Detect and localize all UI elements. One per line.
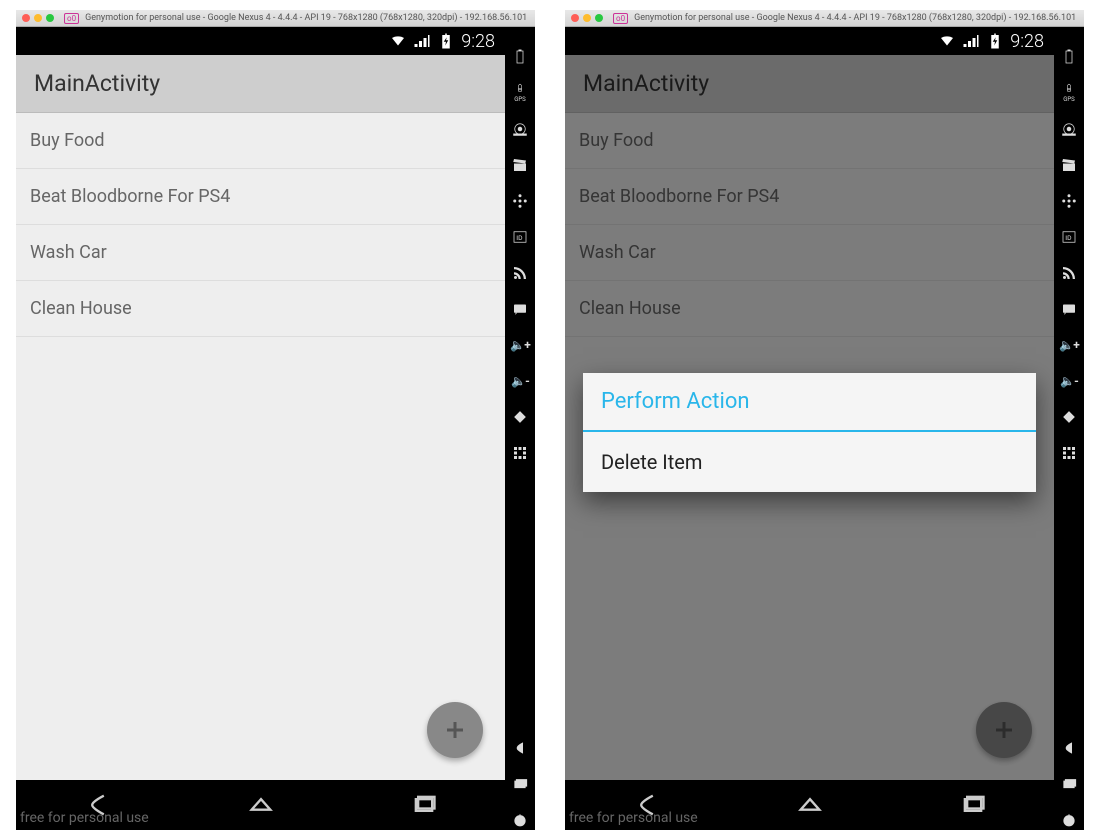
genymotion-sidebar: GPS ID 🔈+ 🔈- <box>1054 27 1084 830</box>
signal-icon <box>962 32 980 50</box>
camera-icon[interactable] <box>1059 119 1079 139</box>
multitask-icon[interactable] <box>1059 774 1079 794</box>
minimize-icon[interactable] <box>34 14 42 22</box>
device-left: 9:28 MainActivity Buy Food Beat Bloodbor… <box>16 27 505 830</box>
pixel-icon[interactable] <box>1059 443 1079 463</box>
back-icon[interactable] <box>633 791 661 819</box>
android-navbar: free for personal use <box>16 780 505 830</box>
close-icon[interactable] <box>571 14 579 22</box>
list-item[interactable]: Wash Car <box>16 225 505 281</box>
home-icon[interactable] <box>247 791 275 819</box>
dialog-item-label: Delete Item <box>601 450 702 474</box>
back-icon[interactable] <box>84 791 112 819</box>
context-dialog: Perform Action Delete Item <box>583 373 1036 492</box>
app-title: MainActivity <box>34 70 160 97</box>
minimize-icon[interactable] <box>583 14 591 22</box>
wifi-icon <box>389 32 407 50</box>
plus-icon <box>443 718 467 742</box>
list-item-label: Buy Food <box>30 130 105 151</box>
pixel-icon[interactable] <box>510 443 530 463</box>
android-statusbar: 9:28 <box>16 27 505 55</box>
id-icon[interactable]: ID <box>510 227 530 247</box>
power-icon[interactable] <box>1059 810 1079 830</box>
list-item-label: Wash Car <box>30 242 107 263</box>
recents-icon[interactable] <box>959 791 987 819</box>
action-bar: MainActivity <box>16 55 505 113</box>
list-item-label: Clean House <box>30 298 132 319</box>
volume-up-icon[interactable]: 🔈+ <box>1059 335 1079 355</box>
traffic-lights <box>571 14 603 22</box>
genymotion-logo: o0 <box>613 13 628 24</box>
close-icon[interactable] <box>22 14 30 22</box>
emulator-window-left: o0 Genymotion for personal use - Google … <box>16 10 535 830</box>
svg-text:ID: ID <box>516 234 523 242</box>
dialog-item-delete[interactable]: Delete Item <box>583 432 1036 492</box>
genymotion-sidebar: GPS ID 🔈+ 🔈- <box>505 27 535 830</box>
list-item-label: Beat Bloodborne For PS4 <box>30 186 230 207</box>
sms-icon[interactable] <box>510 299 530 319</box>
rotate-icon[interactable] <box>1059 407 1079 427</box>
rotate-icon[interactable] <box>510 407 530 427</box>
recents-icon[interactable] <box>410 791 438 819</box>
app-screen: MainActivity Buy Food Beat Bloodborne Fo… <box>16 55 505 780</box>
mac-titlebar[interactable]: o0 Genymotion for personal use - Google … <box>16 10 535 27</box>
battery-icon[interactable] <box>1059 47 1079 67</box>
multitask-icon[interactable] <box>510 774 530 794</box>
clapper-icon[interactable] <box>510 155 530 175</box>
list-item[interactable]: Buy Food <box>16 113 505 169</box>
power-icon[interactable] <box>510 810 530 830</box>
gps-icon[interactable]: GPS <box>1059 83 1079 103</box>
battery-icon[interactable] <box>510 47 530 67</box>
sidebar-back-icon[interactable] <box>1059 738 1079 758</box>
signal-icon <box>413 32 431 50</box>
fab-add-button[interactable] <box>427 702 483 758</box>
volume-up-icon[interactable]: 🔈+ <box>510 335 530 355</box>
volume-down-icon[interactable]: 🔈- <box>1059 371 1079 391</box>
sidebar-back-icon[interactable] <box>510 738 530 758</box>
move-icon[interactable] <box>510 191 530 211</box>
list-item[interactable]: Clean House <box>16 281 505 337</box>
maximize-icon[interactable] <box>595 14 603 22</box>
android-navbar: free for personal use <box>565 780 1054 830</box>
clock: 9:28 <box>1010 31 1044 52</box>
gps-icon[interactable]: GPS <box>510 83 530 103</box>
wifi-icon <box>938 32 956 50</box>
sms-icon[interactable] <box>1059 299 1079 319</box>
home-icon[interactable] <box>796 791 824 819</box>
move-icon[interactable] <box>1059 191 1079 211</box>
traffic-lights <box>22 14 54 22</box>
id-icon[interactable]: ID <box>1059 227 1079 247</box>
genymotion-logo: o0 <box>64 13 79 24</box>
window-title: Genymotion for personal use - Google Nex… <box>85 13 527 23</box>
rss-icon[interactable] <box>510 263 530 283</box>
android-statusbar: 9:28 <box>565 27 1054 55</box>
dialog-title: Perform Action <box>583 373 1036 432</box>
volume-down-icon[interactable]: 🔈- <box>510 371 530 391</box>
list-item[interactable]: Beat Bloodborne For PS4 <box>16 169 505 225</box>
mac-titlebar[interactable]: o0 Genymotion for personal use - Google … <box>565 10 1084 27</box>
camera-icon[interactable] <box>510 119 530 139</box>
clock: 9:28 <box>461 31 495 52</box>
svg-text:ID: ID <box>1065 234 1072 242</box>
emulator-window-right: o0 Genymotion for personal use - Google … <box>565 10 1084 830</box>
app-screen: MainActivity Buy Food Beat Bloodborne Fo… <box>565 55 1054 780</box>
battery-charging-icon <box>437 32 455 50</box>
maximize-icon[interactable] <box>46 14 54 22</box>
rss-icon[interactable] <box>1059 263 1079 283</box>
window-title: Genymotion for personal use - Google Nex… <box>634 13 1076 23</box>
device-right: 9:28 MainActivity Buy Food Beat Bloodbor… <box>565 27 1054 830</box>
clapper-icon[interactable] <box>1059 155 1079 175</box>
battery-charging-icon <box>986 32 1004 50</box>
